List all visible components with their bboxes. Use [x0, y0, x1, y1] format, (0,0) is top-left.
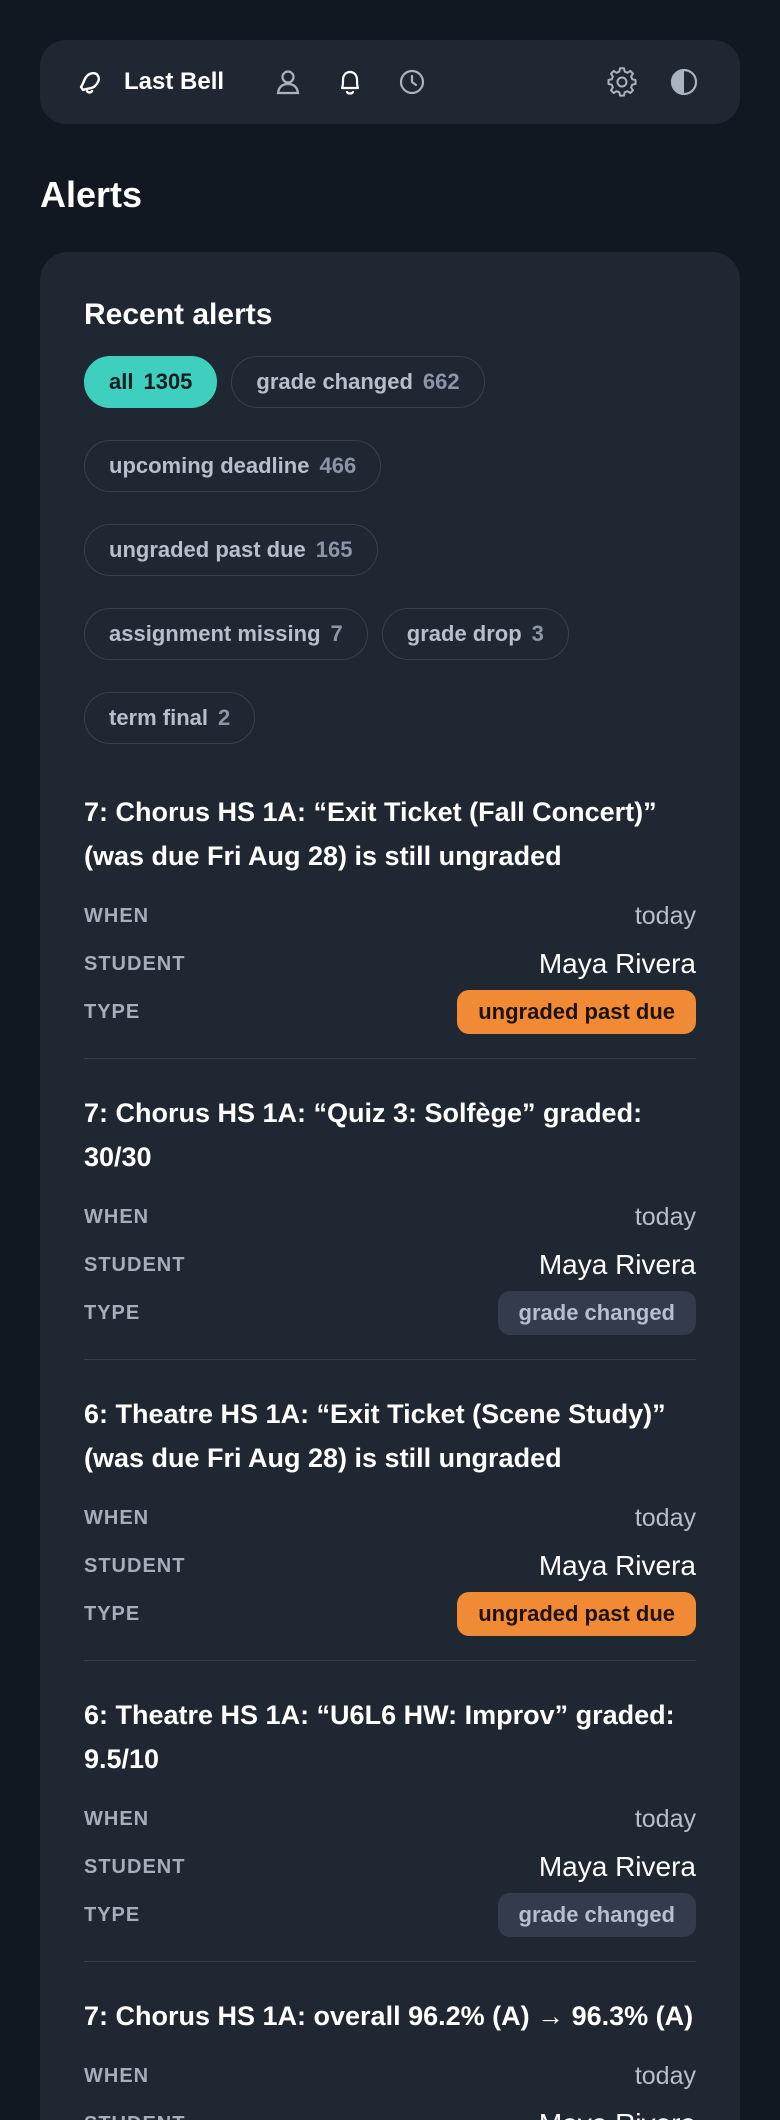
user-icon[interactable] [272, 66, 304, 98]
chip-label: assignment missing [109, 621, 321, 646]
filter-chip-all[interactable]: all 1305 [84, 356, 218, 408]
when-value: today [634, 1804, 696, 1833]
chip-label: term final [109, 705, 209, 730]
alert-student-row: STUDENT Maya Rivera [84, 1542, 696, 1590]
alert-student-row: STUDENT Maya Rivera [84, 2100, 696, 2120]
alert-when-row: WHEN today [84, 1193, 696, 1241]
filter-chip-upcoming-deadline[interactable]: upcoming deadline 466 [84, 440, 382, 492]
student-value: Maya Rivera [538, 948, 696, 979]
clock-icon[interactable] [396, 66, 428, 98]
chip-label: all [109, 369, 134, 394]
chip-count: 7 [330, 621, 343, 646]
alert-item[interactable]: 7: Chorus HS 1A: “Exit Ticket (Fall Conc… [84, 790, 696, 1059]
page-title: Alerts [40, 174, 143, 215]
student-label: STUDENT [84, 1253, 186, 1276]
alert-type-row: TYPE ungraded past due [84, 1590, 696, 1638]
alert-when-row: WHEN today [84, 1494, 696, 1542]
student-value: Maya Rivera [538, 1550, 696, 1581]
alert-when-row: WHEN today [84, 2052, 696, 2100]
when-value: today [634, 901, 696, 930]
alert-item[interactable]: 6: Theatre HS 1A: “U6L6 HW: Improv” grad… [84, 1693, 696, 1962]
bell-logo-icon [74, 66, 106, 98]
type-badge: grade changed [497, 1893, 696, 1937]
type-label: TYPE [84, 1000, 141, 1023]
student-label: STUDENT [84, 2113, 185, 2120]
filter-chip-ungraded-past-due[interactable]: ungraded past due 165 [84, 524, 378, 576]
alert-when-row: WHEN today [84, 1795, 696, 1843]
filter-chip-assignment-missing[interactable]: assignment missing 7 [84, 608, 368, 660]
alert-type-row: TYPE grade changed [84, 1891, 696, 1939]
student-value: Maya Rivera [538, 1851, 696, 1882]
chip-count: 466 [319, 453, 357, 478]
nav-main-icons [272, 66, 428, 98]
chip-count: 1305 [143, 369, 193, 394]
type-badge: ungraded past due [457, 990, 696, 1034]
chip-count: 662 [422, 369, 460, 394]
chip-count: 3 [531, 621, 544, 646]
chip-count: 2 [218, 705, 231, 730]
student-value: Maya Rivera [539, 2108, 696, 2120]
gear-icon[interactable] [606, 66, 638, 98]
student-label: STUDENT [84, 952, 186, 975]
alert-list: 7: Chorus HS 1A: “Exit Ticket (Fall Conc… [84, 790, 696, 2120]
type-label: TYPE [84, 1301, 141, 1324]
student-label: STUDENT [84, 1855, 186, 1878]
alert-item[interactable]: 7: Chorus HS 1A: overall 96.2% (A) → 96.… [84, 1994, 696, 2120]
student-value: Maya Rivera [538, 1249, 696, 1280]
when-value: today [634, 2061, 696, 2090]
alert-title: 6: Theatre HS 1A: “U6L6 HW: Improv” grad… [84, 1700, 675, 1774]
filter-chip-grade-drop[interactable]: grade drop 3 [381, 608, 569, 660]
when-label: WHEN [84, 1205, 150, 1228]
filter-chip-term-final[interactable]: term final 2 [84, 692, 256, 744]
recent-alerts-card: Recent alerts all 1305 grade changed 662… [40, 252, 740, 2120]
top-nav: Last Bell [40, 40, 740, 124]
alert-student-row: STUDENT Maya Rivera [84, 1843, 696, 1891]
chip-label: grade drop [406, 621, 522, 646]
filter-chip-grade-changed[interactable]: grade changed 662 [231, 356, 485, 408]
alert-type-row: TYPE ungraded past due [84, 988, 696, 1036]
type-badge: ungraded past due [457, 1592, 696, 1636]
alert-student-row: STUDENT Maya Rivera [84, 1241, 696, 1289]
when-label: WHEN [84, 1807, 150, 1830]
filter-chips: all 1305 grade changed 662 upcoming dead… [84, 356, 696, 744]
alert-item[interactable]: 7: Chorus HS 1A: “Quiz 3: Solfège” grade… [84, 1091, 696, 1360]
type-label: TYPE [84, 1602, 141, 1625]
alert-when-row: WHEN today [84, 892, 696, 940]
chip-count: 165 [315, 537, 353, 562]
when-label: WHEN [84, 904, 150, 927]
alert-title: 6: Theatre HS 1A: “Exit Ticket (Scene St… [84, 1399, 666, 1473]
type-label: TYPE [84, 1903, 141, 1926]
card-title: Recent alerts [84, 298, 273, 331]
chip-label: ungraded past due [109, 537, 306, 562]
when-label: WHEN [84, 1506, 150, 1529]
page: Last Bell Alerts Recent alerts all 1305 … [0, 0, 780, 2120]
brand[interactable]: Last Bell [74, 66, 224, 98]
alert-item[interactable]: 6: Theatre HS 1A: “Exit Ticket (Scene St… [84, 1392, 696, 1661]
when-label: WHEN [84, 2064, 150, 2087]
contrast-icon[interactable] [668, 66, 700, 98]
alert-title: 7: Chorus HS 1A: “Quiz 3: Solfège” grade… [84, 1098, 643, 1172]
when-value: today [634, 1202, 696, 1231]
alert-title: 7: Chorus HS 1A: overall 96.2% (A) → 96.… [84, 2001, 694, 2031]
brand-name: Last Bell [124, 68, 225, 95]
chip-label: grade changed [256, 369, 413, 394]
alert-title: 7: Chorus HS 1A: “Exit Ticket (Fall Conc… [84, 797, 657, 871]
type-badge: grade changed [497, 1291, 696, 1335]
when-value: today [634, 1503, 696, 1532]
nav-settings-group [606, 66, 700, 98]
alert-type-row: TYPE grade changed [84, 1289, 696, 1337]
chip-label: upcoming deadline [109, 453, 310, 478]
student-label: STUDENT [84, 1554, 186, 1577]
alert-student-row: STUDENT Maya Rivera [84, 940, 696, 988]
bell-icon[interactable] [334, 66, 366, 98]
